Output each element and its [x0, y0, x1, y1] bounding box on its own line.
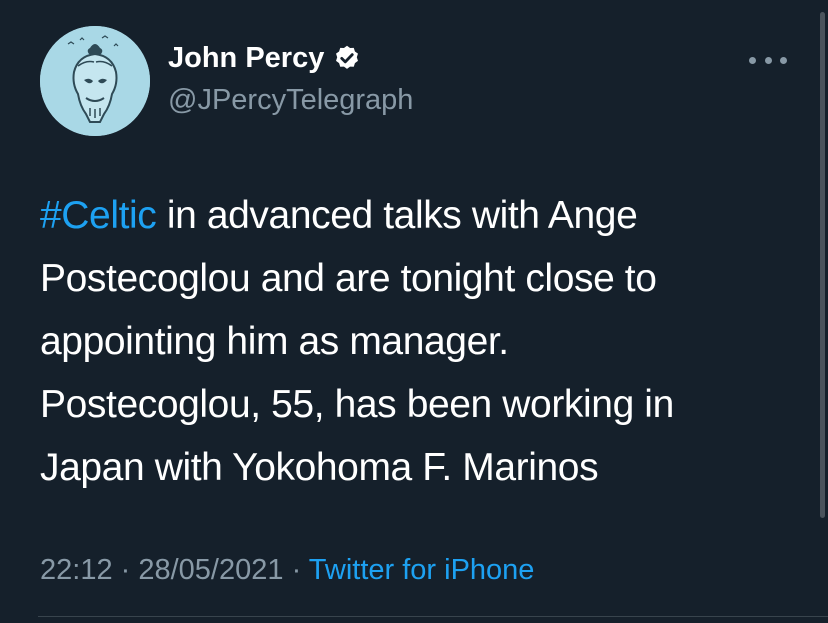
- author-name-row: John Percy: [168, 38, 361, 78]
- tweet-text: #Celtic in advanced talks with Ange Post…: [40, 184, 810, 499]
- meta-separator: ·: [283, 554, 309, 586]
- hashtag-link[interactable]: #Celtic: [40, 194, 157, 237]
- avatar-illustration-icon: [40, 26, 150, 136]
- verified-badge-icon: [333, 44, 361, 72]
- tweet-time[interactable]: 22:12: [40, 554, 113, 586]
- meta-separator: ·: [112, 554, 139, 586]
- scrollbar[interactable]: [820, 12, 825, 518]
- tweet-source-link[interactable]: Twitter for iPhone: [309, 554, 535, 586]
- divider: [38, 616, 828, 617]
- tweet-line-1-text: in advanced talks with Ange: [156, 194, 638, 237]
- tweet-meta: 22:12 · 28/05/2021 · Twitter for iPhone: [40, 548, 534, 592]
- tweet-line-5: Japan with Yokohoma F. Marinos: [40, 446, 599, 489]
- avatar[interactable]: [40, 26, 150, 136]
- more-dot: [764, 56, 772, 64]
- tweet-line-3: appointing him as manager.: [40, 320, 509, 363]
- more-options-icon[interactable]: [749, 50, 787, 70]
- author-handle[interactable]: @JPercyTelegraph: [168, 80, 413, 120]
- tweet-line-4: Postecoglou, 55, has been working in: [40, 383, 674, 426]
- more-dot: [780, 56, 787, 64]
- tweet-card: John Percy @JPercyTelegraph #Celtic in a…: [0, 0, 828, 623]
- tweet-line-2: Postecoglou and are tonight close to: [40, 257, 657, 300]
- tweet-date[interactable]: 28/05/2021: [138, 554, 283, 586]
- tweet-line-1: #Celtic in advanced talks with Ange: [40, 184, 810, 247]
- display-name[interactable]: John Percy: [168, 38, 324, 78]
- more-dot: [749, 56, 756, 64]
